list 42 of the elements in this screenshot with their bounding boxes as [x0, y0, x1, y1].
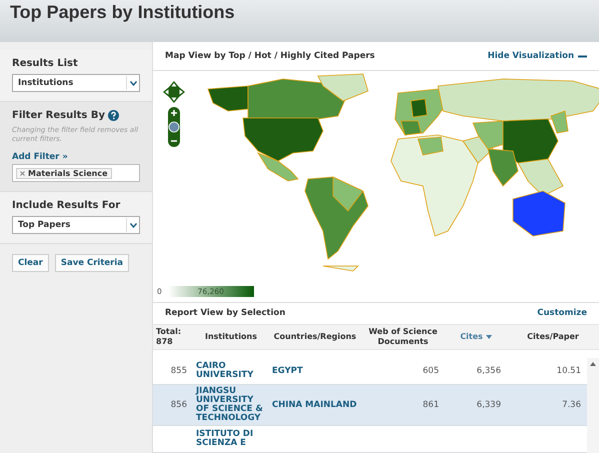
minus-icon [578, 54, 587, 58]
institution-link[interactable]: CAIRO UNIVERSITY [193, 362, 269, 380]
filter-field[interactable]: Materials Science [12, 164, 140, 182]
cites-per-paper-cell-text: 10.51 [556, 366, 582, 376]
institution-link[interactable]: ISTITUTO DI SCIENZA E [193, 430, 269, 448]
hide-visualization-link[interactable]: Hide Visualization [488, 51, 587, 62]
column-header[interactable]: Web of Science Documents [361, 327, 445, 348]
page-title: Top Papers by Institutions [10, 1, 235, 24]
column-header[interactable]: Institutions [193, 332, 269, 342]
cites-cell-text: 6,356 [476, 366, 502, 376]
table-row[interactable]: 856 JIANGSU UNIVERSITY OF SCIENCE & TECHNOLOGY CHINA MAINLAND 861 6,339 7.36 [153, 385, 587, 426]
country-link[interactable]: EGYPT [269, 366, 361, 376]
map-title: Map View by Top / Hot / Highly Cited Papers [165, 51, 375, 62]
report-title: Report View by Selection [165, 308, 286, 318]
section-label: Filter Results By [12, 110, 105, 121]
scroll-up-icon[interactable] [590, 362, 596, 366]
caret-icon [130, 80, 136, 86]
institution-link[interactable]: JIANGSU UNIVERSITY OF SCIENCE & TECHNOLOGY [193, 387, 269, 423]
column-header[interactable]: Countries/Regions [269, 332, 361, 342]
caret-icon [130, 222, 136, 228]
cites-per-paper-cell-text: 7.36 [561, 400, 582, 410]
filter-tag[interactable]: Materials Science [16, 168, 112, 178]
rank-cell-text: 855 [170, 366, 188, 376]
column-header[interactable]: Cites [445, 332, 507, 342]
save-criteria-button[interactable]: Save Criteria [54, 254, 129, 272]
sort-caret-icon [486, 334, 492, 339]
remove-icon[interactable] [20, 170, 25, 176]
cites-cell-text: 6,339 [476, 400, 502, 410]
column-header[interactable]: Total: 878 [153, 327, 193, 348]
section-label: Include Results For [12, 200, 120, 211]
customize-link[interactable]: Customize [537, 308, 587, 318]
column-header[interactable]: Cites/Paper [507, 332, 599, 342]
documents-cell-text: 861 [422, 400, 440, 410]
dropdown[interactable]: Institutions [12, 74, 140, 92]
rank-cell-text: 856 [170, 400, 188, 410]
clear-button[interactable]: Clear [12, 254, 49, 272]
add-filter-link[interactable]: Add Filter » [12, 152, 68, 162]
dropdown[interactable]: Top Papers [12, 216, 140, 234]
country-link[interactable]: CHINA MAINLAND [269, 400, 361, 410]
documents-cell-text: 605 [422, 366, 440, 376]
section-label: Results List [12, 58, 78, 69]
help-icon[interactable] [108, 110, 119, 121]
